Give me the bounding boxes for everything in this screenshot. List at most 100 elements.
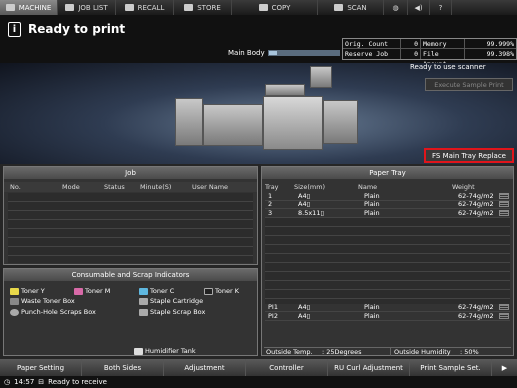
bottom-toolbar: Paper Setting Both Sides Adjustment Cont… — [0, 359, 517, 376]
toner-k-icon — [204, 287, 213, 295]
help-icon: ? — [438, 3, 443, 12]
fs-main-tray-replace-button[interactable]: FS Main Tray Replace — [424, 148, 514, 163]
top-nav: MACHINE JOB LIST RECALL STORE COPY SCAN … — [0, 0, 517, 15]
staple-scrap-icon — [139, 308, 148, 316]
next-page-button[interactable]: ▶ — [492, 359, 517, 376]
job-panel: Job No. Mode Status Minute(S) User Name — [3, 166, 258, 265]
file-amount-label: File Amount — [421, 49, 465, 68]
staple-scrap-indicator: Staple Scrap Box — [139, 307, 205, 317]
receive-status: Ready to receive — [48, 378, 107, 386]
job-col-mode: Mode — [62, 183, 80, 191]
memory-label: Memory — [421, 39, 465, 48]
page-title: Ready to print — [28, 22, 126, 36]
tab-copy[interactable]: COPY — [232, 0, 318, 15]
humidifier-icon — [134, 347, 143, 355]
tab-store[interactable]: STORE — [174, 0, 232, 15]
main-body-progress — [268, 50, 340, 56]
ru-curl-adjustment-button[interactable]: RU Curl Adjustment — [328, 359, 410, 376]
help-button[interactable]: ? — [430, 0, 452, 15]
orig-count-label: Orig. Count — [343, 39, 401, 48]
tray-empty-rows — [265, 217, 510, 304]
volume-button[interactable]: ◀) — [408, 0, 430, 15]
adjustment-button[interactable]: Adjustment — [164, 359, 246, 376]
controller-button[interactable]: Controller — [246, 359, 328, 376]
job-col-status: Status — [104, 183, 125, 191]
outside-temp-value: : 25Degrees — [322, 348, 362, 356]
outside-temp-label: Outside Temp. — [266, 348, 313, 356]
staple-cartridge-indicator: Staple Cartridge — [139, 296, 203, 306]
both-sides-button[interactable]: Both Sides — [82, 359, 164, 376]
tray-row-empty — [265, 321, 510, 330]
tray-col-tray: Tray — [265, 183, 279, 191]
outside-humidity-value: : 50% — [460, 348, 479, 356]
scanner-status: Ready to use scanner — [410, 63, 486, 71]
tab-machine[interactable]: MACHINE — [0, 0, 58, 15]
machine-finisher — [323, 100, 358, 144]
toner-k-indicator: Toner K — [204, 286, 239, 296]
main-body-progress-fill — [269, 51, 277, 55]
machine-module-2 — [203, 104, 263, 146]
store-icon — [184, 4, 194, 11]
environment-status: Outside Temp. : 25Degrees Outside Humidi… — [264, 347, 511, 356]
orig-count-value: 0 — [401, 39, 421, 48]
paper-level-icon — [499, 209, 509, 216]
paper-setting-button[interactable]: Paper Setting — [0, 359, 82, 376]
tray-row[interactable]: 2 A4▯ Plain 62-74g/m2 — [265, 200, 510, 209]
job-col-user-name: User Name — [192, 183, 229, 191]
waste-toner-indicator: Waste Toner Box — [10, 296, 75, 306]
tray-row[interactable]: 3 8.5x11▯ Plain 62-74g/m2 — [265, 209, 510, 218]
outside-humidity-label: Outside Humidity — [390, 348, 460, 356]
tray-list: 1 A4▯ Plain 62-74g/m2 2 A4▯ Plain 62-74g/m2 38… — [265, 192, 510, 329]
receive-icon: ⊟ — [38, 378, 45, 386]
tray-col-size: Size(mm) — [294, 183, 326, 191]
job-col-no: No. — [10, 183, 21, 191]
globe-button[interactable]: ◍ — [384, 0, 408, 15]
clock-icon: ◷ — [4, 378, 11, 386]
machine-screen: MACHINE JOB LIST RECALL STORE COPY SCAN … — [0, 0, 517, 388]
paper-tray-panel: Paper Tray Tray Size(mm) Name Weight 1 A4… — [261, 166, 514, 356]
toner-c-indicator: Toner C — [139, 286, 174, 296]
main-body-label: Main Body — [228, 49, 265, 57]
reserve-job-value: 0 — [401, 49, 421, 59]
info-icon: i — [8, 22, 21, 37]
tab-job-list[interactable]: JOB LIST — [58, 0, 116, 15]
clock-time: 14:57 — [14, 378, 35, 386]
nav-spacer — [452, 0, 517, 15]
paper-level-icon — [499, 312, 509, 319]
punch-hole-indicator: Punch-Hole Scraps Box — [10, 307, 96, 317]
print-sample-set-button[interactable]: Print Sample Set. — [410, 359, 492, 376]
paper-level-icon — [499, 304, 509, 311]
tray-row[interactable]: PI2 A4▯ Plain 62-74g/m2 — [265, 312, 510, 321]
reserve-job-label: Reserve Job — [343, 49, 401, 59]
toner-m-icon — [74, 287, 83, 295]
paper-level-icon — [499, 192, 509, 199]
tray-row[interactable]: PI1 A4▯ Plain 62-74g/m2 — [265, 303, 510, 312]
machine-control-panel — [310, 66, 332, 88]
speaker-icon: ◀) — [414, 3, 423, 12]
machine-module-1 — [175, 98, 203, 146]
tray-col-name: Name — [358, 183, 378, 191]
job-list[interactable] — [8, 193, 253, 263]
scan-icon — [334, 4, 344, 11]
tray-row[interactable]: 1 A4▯ Plain 62-74g/m2 — [265, 192, 510, 201]
recall-icon — [124, 4, 134, 11]
staple-icon — [139, 297, 148, 305]
job-panel-title: Job — [4, 167, 257, 179]
paper-tray-header: Tray Size(mm) Name Weight — [262, 183, 513, 192]
status-bar: ◷ 14:57 ⊟ Ready to receive — [0, 376, 517, 388]
memory-value: 99.999% — [486, 40, 514, 48]
waste-toner-icon — [10, 297, 19, 305]
consumables-panel: Consumable and Scrap Indicators Toner Y … — [3, 268, 258, 356]
machine-scanner — [265, 84, 305, 96]
tab-recall[interactable]: RECALL — [116, 0, 174, 15]
toner-y-indicator: Toner Y — [10, 286, 45, 296]
tray-col-weight: Weight — [452, 183, 475, 191]
machine-main-body — [263, 96, 323, 150]
machine-icon — [5, 4, 15, 11]
globe-icon: ◍ — [392, 3, 399, 12]
execute-sample-print-button[interactable]: Execute Sample Print — [425, 78, 513, 91]
job-list-icon — [65, 4, 75, 11]
paper-level-icon — [499, 201, 509, 208]
paper-tray-title: Paper Tray — [262, 167, 513, 179]
tab-scan[interactable]: SCAN — [318, 0, 384, 15]
